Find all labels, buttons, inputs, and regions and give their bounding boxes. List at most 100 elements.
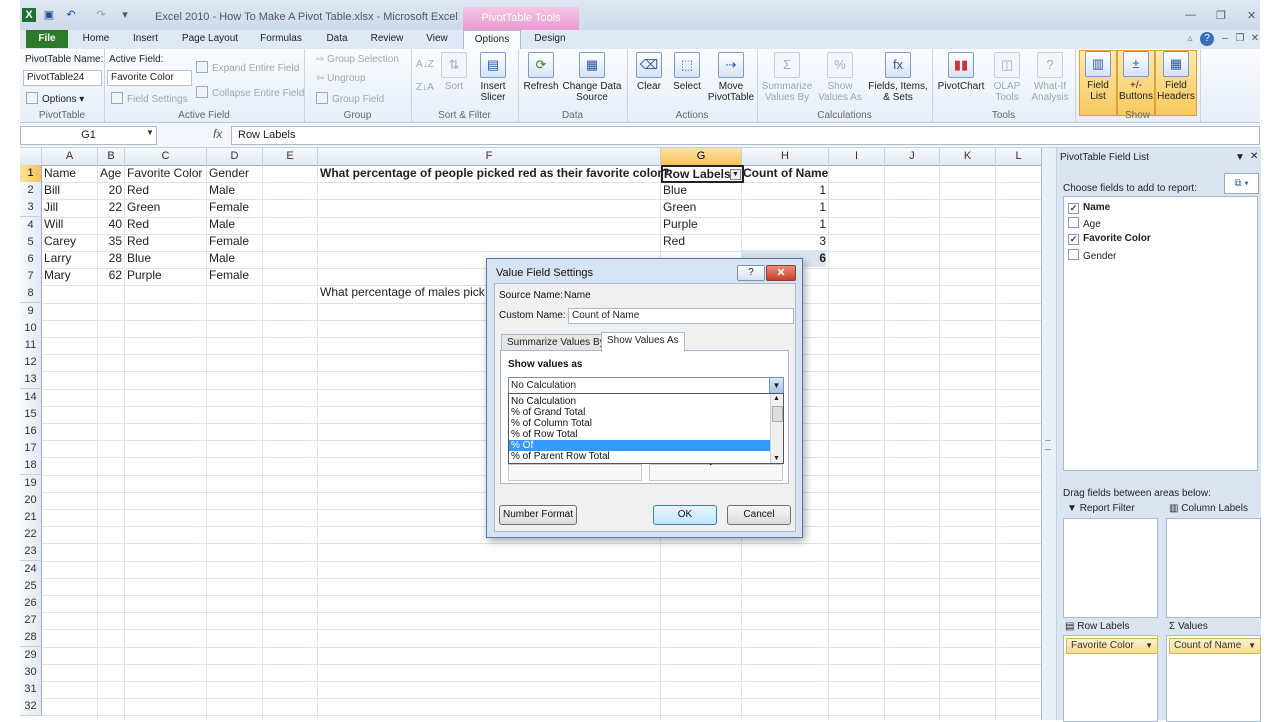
options-button[interactable]: Options ▾ — [26, 92, 84, 105]
row-header[interactable]: 13 — [20, 371, 42, 390]
tab-options[interactable]: Options — [463, 30, 521, 49]
select-button[interactable]: ⬚ Select — [669, 52, 705, 92]
checkbox-gender[interactable] — [1068, 249, 1079, 260]
collapse-field-button[interactable]: Collapse Entire Field — [196, 86, 304, 99]
pivot-row-labels-header[interactable]: Row Labels ▼ — [661, 165, 744, 183]
cell-d2[interactable]: Male — [209, 182, 235, 199]
dialog-close-button[interactable]: ✕ — [766, 265, 796, 281]
pivottable-name-input[interactable]: PivotTable24 — [23, 70, 102, 86]
field-list-button[interactable]: ▥ Field List — [1079, 50, 1117, 116]
cell-a6[interactable]: Larry — [44, 250, 71, 267]
pivot-row-count[interactable]: 1 — [742, 199, 826, 216]
cell-d6[interactable]: Male — [209, 250, 235, 267]
tab-view[interactable]: View — [418, 30, 456, 48]
tab-page-layout[interactable]: Page Layout — [176, 30, 244, 48]
col-header-c[interactable]: C — [125, 148, 207, 165]
options-scrollbar[interactable]: ▲ ▼ — [770, 394, 783, 463]
col-header-j[interactable]: J — [885, 148, 940, 165]
undo-icon[interactable]: ↶ — [64, 8, 78, 22]
ribbon-minimize-icon[interactable]: ▵ — [1183, 30, 1197, 48]
name-box-dropdown-icon[interactable]: ▼ — [146, 128, 154, 137]
row-header[interactable]: 2 — [20, 182, 42, 201]
option-percent-of[interactable]: % Of — [509, 440, 770, 451]
layout-options-button[interactable]: ⧉ ▾ — [1224, 173, 1259, 194]
col-header-a[interactable]: A — [42, 148, 98, 165]
ungroup-button[interactable]: ⇦ Ungroup — [316, 73, 366, 84]
change-data-source-button[interactable]: ▦ Change Data Source — [562, 52, 622, 103]
row-header[interactable]: 20 — [20, 491, 42, 510]
show-values-as-select[interactable]: No Calculation ▼ — [508, 377, 784, 394]
row-header[interactable]: 16 — [20, 423, 42, 441]
pivot-row-count[interactable]: 3 — [742, 233, 826, 250]
minimize-icon[interactable]: — — [1185, 9, 1196, 21]
cell-b2[interactable]: 20 — [98, 182, 122, 199]
row-header[interactable]: 11 — [20, 337, 42, 355]
panel-dropdown-icon[interactable]: ▼ — [1235, 152, 1245, 163]
sort-button[interactable]: ⇅ Sort — [439, 52, 469, 92]
pivot-count-header[interactable]: Count of Name — [743, 165, 828, 182]
cell-b6[interactable]: 28 — [98, 250, 122, 267]
row-header[interactable]: 21 — [20, 509, 42, 527]
row-header[interactable]: 32 — [20, 698, 42, 717]
tab-insert[interactable]: Insert — [123, 30, 168, 48]
pivot-row-count[interactable]: 1 — [742, 216, 826, 233]
cell-b4[interactable]: 40 — [98, 216, 122, 233]
cell-a3[interactable]: Jill — [44, 199, 58, 216]
row-header[interactable]: 24 — [20, 560, 42, 579]
checkbox-age[interactable] — [1068, 217, 1079, 228]
row-header[interactable]: 17 — [20, 440, 42, 459]
pivot-row-label[interactable]: Blue — [663, 182, 687, 199]
chip-dropdown-icon[interactable]: ▼ — [1145, 639, 1153, 653]
cell-c2[interactable]: Red — [127, 182, 149, 199]
tab-review[interactable]: Review — [363, 30, 411, 48]
scroll-down-icon[interactable]: ▼ — [773, 455, 780, 462]
help-icon[interactable]: ? — [1200, 32, 1214, 46]
number-format-button[interactable]: Number Format — [499, 505, 577, 525]
insert-slicer-button[interactable]: ▤ Insert Slicer — [473, 52, 513, 103]
customize-qat-icon[interactable]: ▾ — [118, 8, 132, 22]
tab-summarize-values-by[interactable]: Summarize Values By — [501, 334, 611, 351]
cell-f8-question[interactable]: What percentage of males pick — [320, 284, 485, 301]
olap-tools-button[interactable]: ◫ OLAP Tools — [988, 52, 1026, 103]
cell-a2[interactable]: Bill — [44, 182, 60, 199]
row-header[interactable]: 26 — [20, 595, 42, 613]
show-values-as-button[interactable]: % Show Values As — [815, 52, 865, 103]
tab-data[interactable]: Data — [318, 30, 356, 48]
row-header[interactable]: 29 — [20, 646, 42, 665]
save-icon[interactable]: ▣ — [42, 8, 56, 22]
sort-az-icon[interactable]: A↓Z — [416, 59, 434, 70]
field-item-name[interactable]: ✓ Name — [1068, 202, 1110, 214]
row-header[interactable]: 8 — [20, 285, 42, 304]
worksheet-vertical-scrollbar[interactable] — [1042, 148, 1057, 720]
row-header[interactable]: 30 — [20, 663, 42, 682]
col-header-k[interactable]: K — [940, 148, 996, 165]
expand-field-button[interactable]: Expand Entire Field — [196, 61, 299, 74]
calculation-options-list[interactable]: No Calculation % of Grand Total % of Col… — [508, 393, 784, 464]
sort-za-icon[interactable]: Z↓A — [416, 82, 434, 93]
group-selection-button[interactable]: ⇨ Group Selection — [316, 54, 399, 65]
cell-c4[interactable]: Red — [127, 216, 149, 233]
cell-c7[interactable]: Purple — [127, 267, 162, 284]
option-column-total[interactable]: % of Column Total — [509, 418, 770, 429]
field-headers-button[interactable]: ▦ Field Headers — [1155, 50, 1197, 116]
cell-d5[interactable]: Female — [209, 233, 249, 250]
pivot-row-label[interactable]: Red — [663, 233, 685, 250]
close-window-icon[interactable]: ✕ — [1247, 9, 1256, 22]
plus-minus-buttons-button[interactable]: ± +/- Buttons — [1117, 50, 1155, 116]
combo-dropdown-icon[interactable]: ▼ — [769, 378, 783, 393]
cell-b3[interactable]: 22 — [98, 199, 122, 216]
col-header-g[interactable]: G — [661, 148, 742, 165]
checkbox-favorite-color[interactable]: ✓ — [1068, 234, 1079, 245]
cell-d4[interactable]: Male — [209, 216, 235, 233]
tab-file[interactable]: File — [26, 30, 68, 48]
clear-button[interactable]: ⌫ Clear — [631, 52, 667, 92]
row-header[interactable]: 1 — [20, 165, 42, 183]
row-header[interactable]: 19 — [20, 474, 42, 493]
cell-a1[interactable]: Name — [44, 165, 76, 182]
row-header[interactable]: 22 — [20, 526, 42, 545]
row-header[interactable]: 4 — [20, 216, 42, 235]
pivot-row-label[interactable]: Purple — [663, 216, 698, 233]
tab-show-values-as[interactable]: Show Values As — [601, 332, 685, 352]
col-header-f[interactable]: F — [318, 148, 661, 165]
filter-dropdown-icon[interactable]: ▼ — [730, 169, 741, 180]
